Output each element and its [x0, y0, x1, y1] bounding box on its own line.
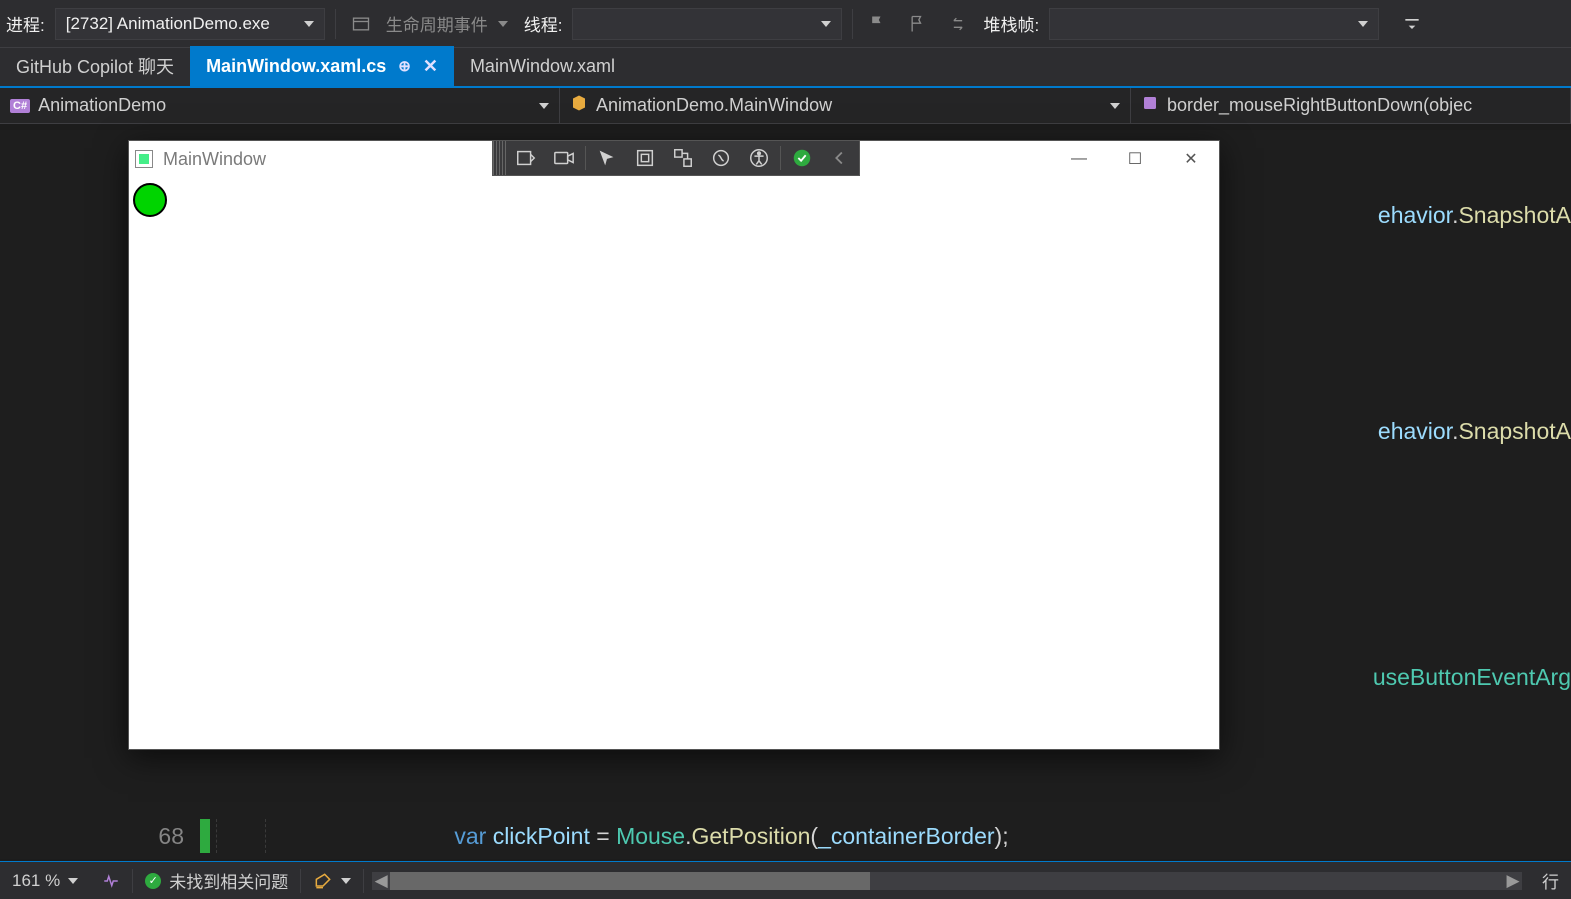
- check-ok-icon: ✓: [145, 873, 161, 889]
- chevron-down-icon: [341, 878, 351, 884]
- pin-icon[interactable]: ⊕: [398, 57, 411, 75]
- select-element-icon[interactable]: [588, 142, 626, 174]
- indent-guide: [216, 819, 266, 853]
- change-marker: [200, 819, 210, 853]
- class-icon: [570, 94, 588, 117]
- app-title: MainWindow: [163, 149, 266, 170]
- status-bar: 161 % ✓ 未找到相关问题 ◀ ▶ 行: [0, 861, 1571, 899]
- thread-combo[interactable]: [572, 8, 842, 40]
- layout-adorners-icon[interactable]: [626, 142, 664, 174]
- collapse-icon[interactable]: [821, 142, 859, 174]
- chevron-down-icon[interactable]: [498, 21, 508, 27]
- nav-method[interactable]: border_mouseRightButtonDown(objec: [1131, 88, 1571, 123]
- process-label: 进程:: [6, 11, 45, 36]
- hot-reload-status-icon[interactable]: [783, 142, 821, 174]
- line-indicator[interactable]: 行: [1530, 862, 1571, 899]
- divider: [335, 9, 336, 39]
- record-icon[interactable]: [545, 142, 583, 174]
- lifecycle-icon[interactable]: [346, 9, 376, 39]
- code-fragment: ehavior.SnapshotA: [1378, 418, 1571, 445]
- flag-icon[interactable]: [863, 9, 893, 39]
- nav-class[interactable]: AnimationDemo.MainWindow: [560, 88, 1131, 123]
- process-value: [2732] AnimationDemo.exe: [66, 14, 270, 34]
- document-tabs: GitHub Copilot 聊天 MainWindow.xaml.cs ⊕ ✕…: [0, 48, 1571, 88]
- code-line-text: var clickPoint = Mouse.GetPosition(_cont…: [266, 796, 1009, 860]
- nav-project-label: AnimationDemo: [38, 95, 166, 116]
- green-ball[interactable]: [133, 183, 167, 217]
- issues-text: 未找到相关问题: [169, 868, 288, 893]
- process-combo[interactable]: [2732] AnimationDemo.exe: [55, 8, 325, 40]
- tab-label: MainWindow.xaml.cs: [206, 56, 386, 77]
- overflow-icon[interactable]: [1397, 9, 1427, 39]
- scroll-thumb[interactable]: [390, 872, 870, 890]
- tab-label: MainWindow.xaml: [470, 56, 615, 77]
- stackframe-label: 堆栈帧:: [983, 11, 1039, 36]
- horizontal-scrollbar[interactable]: ◀ ▶: [372, 872, 1522, 890]
- maximize-button[interactable]: ☐: [1107, 141, 1163, 177]
- nav-method-label: border_mouseRightButtonDown(objec: [1167, 95, 1472, 116]
- xaml-debug-toolbar[interactable]: [492, 140, 860, 176]
- app-canvas[interactable]: [129, 177, 1219, 749]
- nav-project[interactable]: C# AnimationDemo: [0, 88, 560, 123]
- running-app-window[interactable]: MainWindow — ☐ ✕: [128, 140, 1220, 750]
- heartbeat-icon: [102, 872, 120, 890]
- chevron-down-icon: [1110, 103, 1120, 109]
- code-fragment: useButtonEventArg: [1373, 664, 1571, 691]
- code-fragment: ehavior.SnapshotA: [1378, 202, 1571, 229]
- zoom-value: 161 %: [12, 871, 60, 891]
- chevron-down-icon: [821, 21, 831, 27]
- debug-toolbar: 进程: [2732] AnimationDemo.exe 生命周期事件 线程: …: [0, 0, 1571, 48]
- method-icon: [1141, 94, 1159, 117]
- chevron-down-icon: [304, 21, 314, 27]
- thread-label: 线程:: [524, 11, 563, 36]
- tab-label: GitHub Copilot 聊天: [16, 53, 174, 79]
- chevron-down-icon: [539, 103, 549, 109]
- stackframe-combo[interactable]: [1049, 8, 1379, 40]
- health-indicator[interactable]: [90, 862, 132, 899]
- issues-status[interactable]: ✓ 未找到相关问题: [133, 862, 300, 899]
- line-number: 68: [0, 823, 200, 850]
- binding-diagnostics-icon[interactable]: [702, 142, 740, 174]
- zoom-control[interactable]: 161 %: [0, 862, 90, 899]
- scroll-right-icon[interactable]: ▶: [1504, 872, 1522, 890]
- flag-outline-icon[interactable]: [903, 9, 933, 39]
- cleanup-button[interactable]: [301, 862, 363, 899]
- track-focus-icon[interactable]: [664, 142, 702, 174]
- grip-icon[interactable]: [493, 141, 507, 175]
- code-nav-bar: C# AnimationDemo AnimationDemo.MainWindo…: [0, 88, 1571, 124]
- accessibility-icon[interactable]: [740, 142, 778, 174]
- close-icon[interactable]: ✕: [423, 56, 438, 77]
- chevron-down-icon: [68, 878, 78, 884]
- tab-mainwindow-cs[interactable]: MainWindow.xaml.cs ⊕ ✕: [190, 46, 454, 86]
- divider: [852, 9, 853, 39]
- swap-icon[interactable]: [943, 9, 973, 39]
- scroll-left-icon[interactable]: ◀: [372, 872, 390, 890]
- tab-mainwindow-xaml[interactable]: MainWindow.xaml: [454, 46, 631, 86]
- csharp-badge-icon: C#: [10, 99, 30, 113]
- nav-class-label: AnimationDemo.MainWindow: [596, 95, 832, 116]
- minimize-button[interactable]: —: [1051, 141, 1107, 177]
- app-icon: [135, 150, 153, 168]
- chevron-down-icon: [1358, 21, 1368, 27]
- go-to-live-tree-icon[interactable]: [507, 142, 545, 174]
- line-label: 行: [1542, 868, 1559, 893]
- close-button[interactable]: ✕: [1163, 141, 1219, 177]
- lifecycle-label: 生命周期事件: [386, 11, 488, 36]
- tab-copilot[interactable]: GitHub Copilot 聊天: [0, 46, 190, 86]
